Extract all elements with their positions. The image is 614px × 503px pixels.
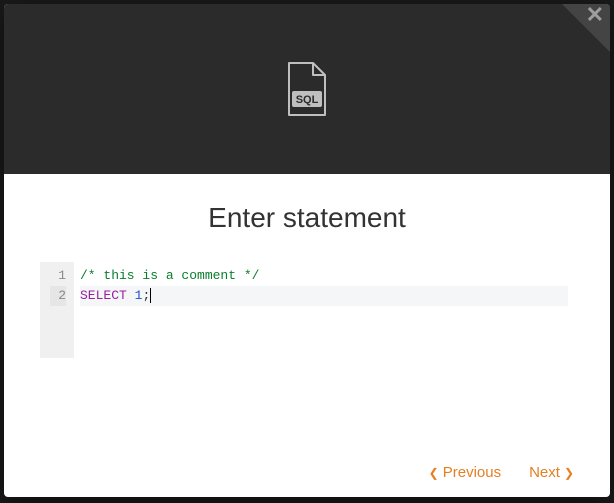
close-icon[interactable]: ✕ [586,4,604,26]
editor-gutter: 12 [40,262,74,358]
code-line[interactable]: /* this is a comment */ [80,266,568,286]
previous-button[interactable]: ❮ Previous [429,464,501,481]
gutter-line [50,326,66,346]
next-button[interactable]: Next ❯ [529,464,574,481]
editor-code-area[interactable]: /* this is a comment */ SELECT 1; [74,262,574,358]
modal-header: ✕ SQL [4,4,610,174]
gutter-line: 1 [50,266,66,286]
gutter-line [50,306,66,326]
code-token [127,288,135,303]
code-token: ; [142,288,150,303]
chevron-left-icon: ❮ [429,466,439,480]
code-line[interactable] [80,326,568,346]
next-label: Next [529,464,560,481]
sql-file-icon: SQL [285,61,329,117]
code-token: /* this is a comment */ [80,268,259,283]
modal-body: Enter statement 12 /* this is a comment … [4,174,610,497]
text-cursor [150,288,151,303]
code-line[interactable]: SELECT 1; [80,286,568,306]
gutter-line: 2 [50,286,66,306]
modal-footer: ❮ Previous Next ❯ [40,448,574,481]
code-editor[interactable]: 12 /* this is a comment */ SELECT 1; [40,262,574,358]
previous-label: Previous [443,464,501,481]
sql-badge-text: SQL [296,94,319,106]
modal: ✕ SQL Enter statement 12 /* this is a co… [4,4,610,497]
page-title: Enter statement [40,202,574,234]
code-line[interactable] [80,306,568,326]
chevron-right-icon: ❯ [564,466,574,480]
code-token: SELECT [80,288,127,303]
